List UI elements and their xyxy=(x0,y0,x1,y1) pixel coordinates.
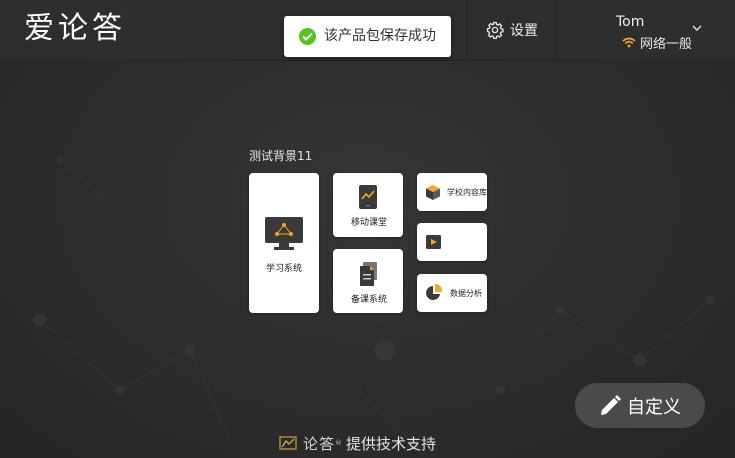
customize-button[interactable]: 自定义 xyxy=(575,383,705,428)
tile-school-content-library[interactable]: 学校内容库 xyxy=(417,173,487,211)
toast-message: 该产品包保存成功 xyxy=(324,28,436,44)
tile-data-analysis[interactable]: 数据分析 xyxy=(417,274,487,312)
success-toast: 该产品包保存成功 xyxy=(284,16,451,57)
footer-brand: 论答 xyxy=(303,434,336,453)
pencil-icon xyxy=(601,394,621,415)
chevron-down-icon[interactable] xyxy=(692,25,702,32)
gear-icon xyxy=(486,21,504,39)
tile-label: 移动课堂 xyxy=(351,218,388,228)
network-status-label: 网络一般 xyxy=(640,37,693,52)
monitor-icon xyxy=(265,217,303,250)
registered-mark: ® xyxy=(335,439,343,447)
tile-label: 学习系统 xyxy=(266,264,303,274)
document-icon xyxy=(360,262,377,286)
tablet-chart-icon xyxy=(359,185,377,209)
divider xyxy=(466,0,467,60)
app-logo[interactable]: 爱论答 xyxy=(24,9,126,49)
play-icon xyxy=(426,235,441,249)
customize-label: 自定义 xyxy=(627,396,681,418)
brand-logo-icon xyxy=(279,436,297,450)
check-circle-icon xyxy=(299,28,316,45)
footer-text: 提供技术支持 xyxy=(346,434,437,453)
top-bar: 爱论答 该产品包保存成功 设置 Tom 网络一般 xyxy=(0,0,735,61)
pie-chart-icon xyxy=(426,284,443,300)
tile-label: 数据分析 xyxy=(450,289,482,298)
tile-learning-system[interactable]: 学习系统 xyxy=(249,173,319,313)
tile-video[interactable] xyxy=(417,223,487,261)
settings-button[interactable]: 设置 xyxy=(486,19,538,41)
user-menu[interactable]: Tom 网络一般 xyxy=(616,14,692,52)
tile-mobile-classroom[interactable]: 移动课堂 xyxy=(333,173,403,237)
divider xyxy=(556,0,557,60)
tile-label: 备课系统 xyxy=(351,295,388,305)
footer-credit: 论答 ® 提供技术支持 xyxy=(279,432,436,454)
group-title: 测试背景11 xyxy=(249,149,313,163)
network-status: 网络一般 xyxy=(622,33,692,52)
tile-lesson-prep[interactable]: 备课系统 xyxy=(333,249,403,313)
cube-icon xyxy=(426,185,440,200)
wifi-icon xyxy=(622,37,636,48)
user-name: Tom xyxy=(616,14,645,30)
tile-label: 学校内容库 xyxy=(447,188,487,197)
settings-label: 设置 xyxy=(510,23,538,39)
